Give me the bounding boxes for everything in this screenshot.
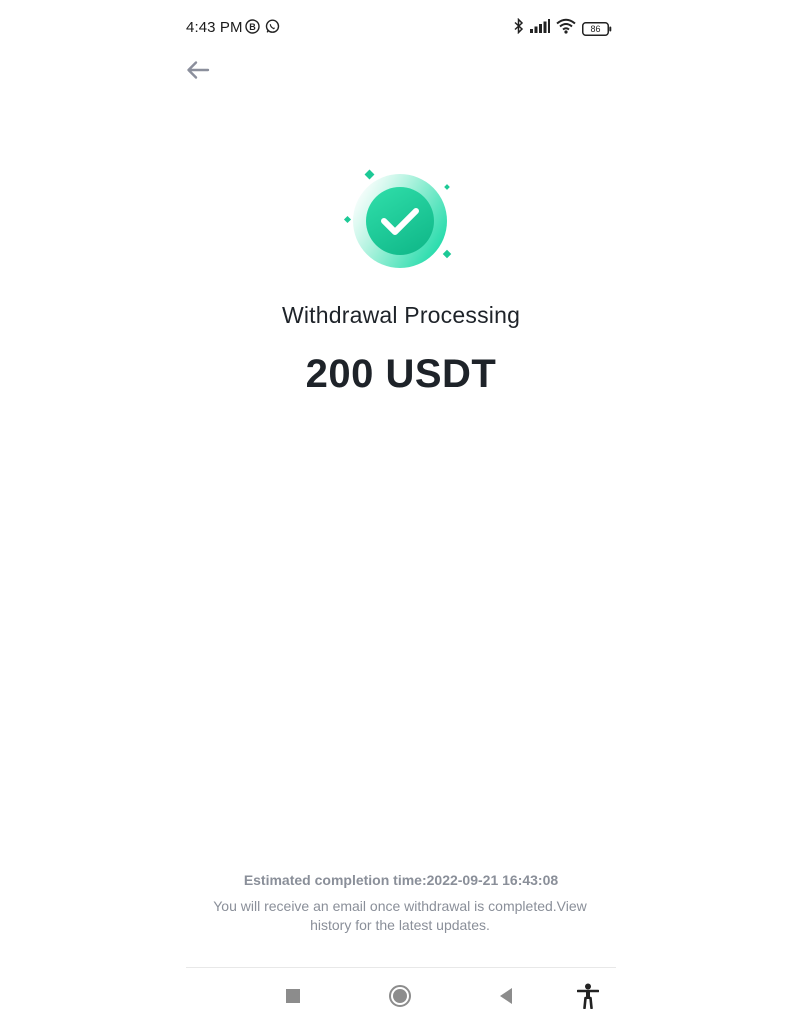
estimated-completion-time: Estimated completion time:2022-09-21 16:…	[243, 872, 559, 888]
square-recent-icon	[285, 988, 301, 1009]
bluetooth-icon	[513, 17, 524, 39]
status-left-icons: B	[245, 19, 280, 39]
battery-level: 86	[590, 23, 601, 34]
accessibility-icon	[576, 983, 600, 1014]
circle-home-icon	[388, 984, 412, 1013]
withdrawal-screen: 4:43 PM B 86 Withdrawal Processing 200 U…	[0, 0, 801, 1024]
system-back-button[interactable]	[491, 983, 521, 1013]
home-button[interactable]	[385, 983, 415, 1013]
withdrawal-amount: 200 USDT	[305, 352, 497, 396]
check-circle-icon	[340, 168, 460, 268]
back-button[interactable]	[184, 56, 214, 84]
battery-icon: 86	[582, 21, 612, 36]
recent-apps-button[interactable]	[278, 983, 308, 1013]
nav-divider	[186, 967, 616, 968]
system-nav-bar	[186, 975, 616, 1020]
signal-icon	[530, 19, 550, 38]
wifi-icon	[556, 18, 576, 39]
email-notice-text: You will receive an email once withdrawa…	[213, 898, 587, 933]
whatsapp-icon	[265, 19, 280, 39]
page-title: Withdrawal Processing	[281, 302, 521, 328]
b-badge-icon: B	[245, 19, 260, 39]
status-right-icons: 86	[513, 17, 612, 39]
status-time: 4:43 PM	[186, 19, 243, 36]
triangle-back-icon	[498, 987, 514, 1010]
status-bar: 4:43 PM B 86	[186, 14, 614, 42]
arrow-left-icon	[184, 61, 214, 88]
accessibility-button[interactable]	[573, 983, 603, 1013]
svg-text:B: B	[249, 22, 256, 32]
